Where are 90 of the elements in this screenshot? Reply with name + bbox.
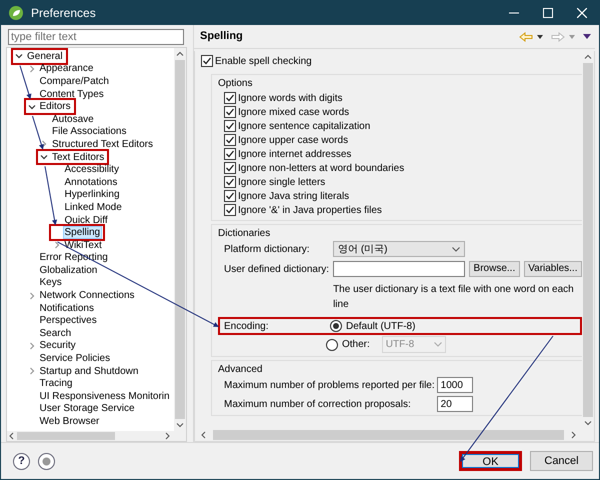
group-title: Options <box>218 77 252 90</box>
tree-item[interactable]: Startup and Shutdown <box>38 364 140 378</box>
tree-item[interactable]: Globalization <box>38 264 100 277</box>
tree-item[interactable]: Appearance <box>38 62 96 76</box>
tree-item[interactable]: User Storage Service <box>38 402 137 416</box>
checkbox[interactable] <box>224 106 236 118</box>
menu-caret-icon[interactable] <box>583 34 591 39</box>
checkbox[interactable] <box>224 162 236 174</box>
checkbox[interactable] <box>224 190 236 202</box>
radio-label[interactable]: Default (UTF-8) <box>346 318 416 334</box>
tree-item[interactable]: Spelling <box>62 226 102 240</box>
tree-item[interactable]: Web Browser <box>38 415 102 428</box>
checkbox[interactable] <box>224 176 236 188</box>
annotation-arrow <box>20 65 32 100</box>
leaf-icon <box>9 6 23 20</box>
scrollbar-thumb[interactable] <box>175 60 185 419</box>
input-field[interactable] <box>333 261 466 277</box>
tree-item[interactable]: Perspectives <box>38 314 99 328</box>
caret-icon[interactable] <box>537 34 543 38</box>
checkbox-label[interactable]: Ignore upper case words <box>238 132 348 148</box>
checkbox-label[interactable]: Ignore mixed case words <box>238 104 350 120</box>
checkbox[interactable] <box>224 120 236 132</box>
record-icon[interactable] <box>38 452 55 470</box>
tree-item[interactable]: Text Editors <box>50 150 106 164</box>
checkbox-label[interactable]: Ignore single letters <box>238 174 326 190</box>
tree-item[interactable]: Keys <box>38 276 64 290</box>
tree-item[interactable]: Structured Text Editors <box>50 138 155 151</box>
close-icon[interactable] <box>577 8 587 18</box>
checkbox-label[interactable]: Ignore Java string literals <box>238 188 350 204</box>
checkbox[interactable] <box>224 148 236 160</box>
tree-item[interactable]: Linked Mode <box>62 200 124 214</box>
dialog-button[interactable]: OK <box>459 451 522 471</box>
tree-item[interactable]: File Associations <box>50 125 128 138</box>
tree-item[interactable]: Quick Diff <box>62 214 110 227</box>
field-label: Encoding: <box>224 320 270 334</box>
maximize-icon[interactable] <box>543 8 553 18</box>
tree-item[interactable]: Tracing <box>38 377 74 390</box>
checkbox-label[interactable]: Ignore internet addresses <box>238 146 352 162</box>
field-label: User defined dictionary: <box>224 262 330 276</box>
tree-item[interactable]: UI Responsiveness Monitorin <box>38 390 172 403</box>
group-title: Dictionaries <box>218 227 270 240</box>
field-label: Platform dictionary: <box>224 242 311 256</box>
radio-button[interactable] <box>326 338 338 350</box>
checkbox[interactable] <box>224 134 236 146</box>
dialog-button[interactable]: Cancel <box>530 451 593 471</box>
filter-field[interactable]: type filter text <box>8 29 184 45</box>
page-title: Spelling <box>200 29 243 44</box>
tree-item[interactable]: Notifications <box>38 302 96 315</box>
scrollbar[interactable] <box>7 431 186 441</box>
annotation-arrow <box>32 115 44 150</box>
caret-icon[interactable] <box>452 246 460 252</box>
checkbox[interactable] <box>224 204 236 216</box>
scrollbar-thumb[interactable] <box>583 63 593 417</box>
radio-button[interactable] <box>330 320 342 332</box>
checkbox-label[interactable]: Ignore '&' in Java properties files <box>238 202 382 218</box>
tree-item[interactable]: Network Connections <box>38 289 137 302</box>
checkbox-label[interactable]: Ignore sentence capitalization <box>238 118 370 134</box>
annotation-arrow <box>44 166 58 226</box>
group-title: Advanced <box>218 363 262 376</box>
tree-item[interactable]: Search <box>38 326 74 340</box>
tree-item[interactable]: Accessibility <box>62 163 121 176</box>
window-title: Preferences <box>31 5 96 22</box>
checkbox-label[interactable]: Ignore words with digits <box>238 90 342 106</box>
checkbox-label[interactable]: Enable spell checking <box>215 54 312 68</box>
dropdown[interactable]: 영어 (미국) <box>333 241 466 257</box>
tree-item[interactable]: Autosave <box>50 112 96 126</box>
radio-label[interactable]: Other: <box>342 337 370 352</box>
action-button[interactable]: Variables... <box>524 261 582 277</box>
scrollbar-thumb[interactable] <box>17 432 115 440</box>
checkbox[interactable] <box>201 55 213 67</box>
input-field[interactable]: 1000 <box>436 377 473 393</box>
tree-item[interactable]: Annotations <box>62 176 120 189</box>
scrollbar[interactable] <box>174 48 186 431</box>
tree-item[interactable]: Editors <box>38 100 73 114</box>
help-button[interactable]: ? <box>13 452 30 470</box>
tree-item[interactable]: Security <box>38 339 78 352</box>
scrollbar-thumb[interactable] <box>213 430 564 440</box>
tree-item[interactable]: Content Types <box>38 88 106 101</box>
action-button[interactable]: Browse... <box>469 261 520 277</box>
tree-item[interactable]: Hyperlinking <box>62 188 122 202</box>
field-label: Maximum number of problems reported per file: <box>224 378 435 392</box>
tree-item[interactable]: General <box>25 50 65 63</box>
field-label: Maximum number of correction proposals: <box>224 398 412 412</box>
hint-text: The user dictionary is a text file with one word on each line <box>333 283 575 312</box>
tree-item[interactable]: Compare/Patch <box>38 74 111 88</box>
input-field[interactable]: 20 <box>436 396 473 412</box>
tree-item[interactable]: Service Policies <box>38 352 112 366</box>
checkbox-label[interactable]: Ignore non-letters at word boundaries <box>238 160 404 176</box>
tree-item[interactable]: WikiText <box>62 238 104 252</box>
checkbox[interactable] <box>224 92 236 104</box>
